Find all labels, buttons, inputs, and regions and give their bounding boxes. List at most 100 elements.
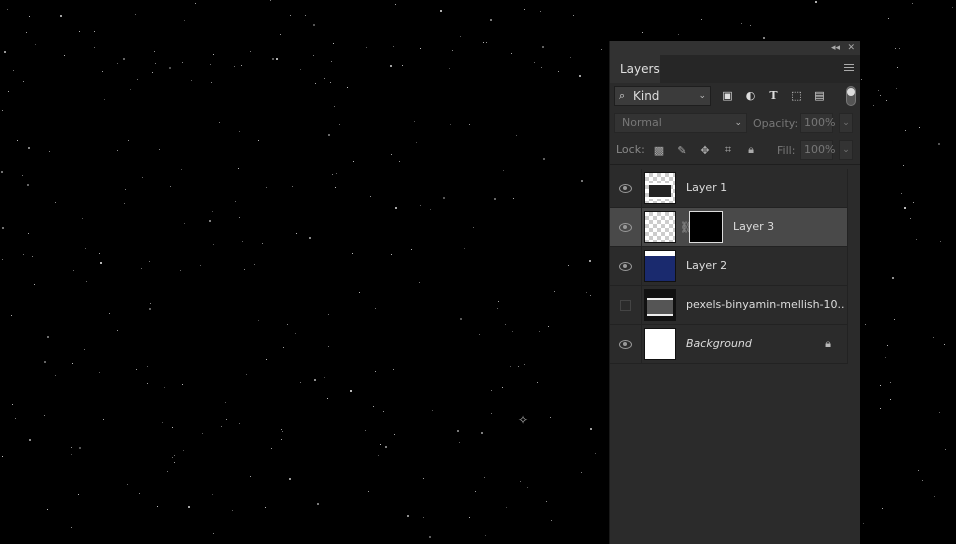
shape-filter-icon[interactable]: ⬚ — [789, 88, 804, 103]
canvas-speck — [234, 66, 235, 67]
canvas-speck — [333, 43, 334, 44]
canvas-speck — [49, 151, 50, 152]
search-icon: ⌕ — [619, 89, 626, 102]
adjustment-filter-icon[interactable]: ◐ — [743, 88, 758, 103]
canvas-speck — [332, 174, 333, 175]
layer-thumbnail — [644, 211, 676, 243]
canvas-speck — [79, 447, 81, 449]
blend-mode-select[interactable]: Normal ⌄ — [614, 113, 747, 133]
visibility-toggle[interactable] — [610, 169, 642, 207]
layer-name: Layer 1 — [686, 181, 728, 194]
canvas-speck — [180, 270, 181, 271]
lock-all-icon[interactable]: 🔒︎ — [744, 143, 758, 157]
canvas-speck — [548, 326, 549, 327]
canvas-speck — [383, 411, 384, 412]
canvas-speck — [94, 47, 95, 48]
canvas-speck — [258, 320, 259, 321]
canvas-speck — [55, 202, 56, 203]
canvas-speck — [336, 173, 337, 174]
canvas-speck — [315, 83, 316, 84]
layer-row[interactable]: Layer 1 — [610, 169, 847, 208]
layer-thumbnail — [644, 250, 676, 282]
canvas-speck — [581, 472, 582, 473]
visibility-toggle[interactable] — [610, 286, 642, 324]
canvas-speck — [494, 198, 496, 200]
fill-dropdown-button[interactable]: ⌄ — [839, 140, 853, 160]
canvas-speck — [287, 324, 288, 325]
collapse-icon[interactable]: ◂◂ — [831, 41, 840, 55]
canvas-speck — [815, 1, 817, 3]
close-icon[interactable]: ✕ — [847, 41, 855, 55]
canvas-speck — [534, 62, 535, 63]
canvas-speck — [2, 227, 4, 229]
canvas-speck — [221, 426, 222, 427]
canvas-speck — [149, 261, 150, 262]
lock-image-pixels-icon[interactable]: ✎ — [675, 143, 689, 157]
canvas-speck — [497, 308, 498, 309]
panel-menu-icon[interactable] — [844, 64, 854, 73]
smart-object-filter-icon[interactable]: ▤ — [812, 88, 827, 103]
layers-scrollbar[interactable] — [847, 169, 860, 364]
canvas-speck — [147, 366, 148, 367]
panel-titlebar[interactable]: ◂◂ ✕ — [610, 41, 860, 55]
canvas-speck — [469, 124, 470, 125]
canvas-speck — [524, 9, 525, 10]
canvas-speck — [391, 154, 392, 155]
canvas-speck — [880, 408, 881, 409]
canvas-speck — [78, 494, 79, 495]
lock-artboard-icon[interactable]: ⌗ — [721, 143, 735, 157]
canvas-speck — [865, 324, 866, 325]
tab-layers[interactable]: Layers — [610, 55, 660, 83]
visibility-toggle[interactable] — [610, 247, 642, 285]
canvas-speck — [109, 313, 110, 314]
layer-row[interactable]: Background 🔒︎ — [610, 325, 847, 364]
canvas-speck — [210, 64, 211, 65]
canvas-speck — [391, 254, 392, 255]
canvas-speck — [475, 491, 476, 492]
canvas-speck — [411, 249, 412, 250]
canvas-speck — [182, 62, 183, 63]
canvas-speck — [150, 303, 151, 304]
canvas-speck — [254, 264, 255, 265]
canvas-speck — [29, 439, 31, 441]
canvas-speck — [473, 227, 474, 228]
canvas-speck — [334, 106, 335, 107]
canvas-speck — [491, 413, 492, 414]
canvas-speck — [701, 19, 702, 20]
filter-toggle[interactable] — [846, 86, 856, 106]
canvas-speck — [481, 432, 483, 434]
visibility-toggle[interactable] — [610, 208, 642, 246]
layer-row[interactable]: pexels-binyamin-mellish-10... — [610, 286, 847, 325]
canvas-speck — [128, 140, 129, 141]
canvas-speck — [375, 308, 376, 309]
canvas-speck — [29, 16, 30, 17]
opacity-dropdown-button[interactable]: ⌄ — [839, 113, 853, 133]
layer-name: Layer 3 — [733, 220, 775, 233]
image-filter-icon[interactable]: ▣ — [720, 88, 735, 103]
layer-row[interactable]: ⛓ Layer 3 — [610, 208, 847, 247]
fill-input[interactable]: 100% — [800, 140, 835, 160]
canvas-speck — [763, 37, 765, 39]
canvas-speck — [373, 406, 374, 407]
canvas-speck — [71, 527, 72, 528]
canvas-speck — [281, 439, 282, 440]
canvas-speck — [290, 15, 291, 16]
type-filter-icon[interactable]: T — [766, 88, 781, 103]
layer-mask-thumbnail[interactable] — [689, 211, 723, 243]
canvas-speck — [449, 68, 450, 69]
canvas-speck — [886, 100, 887, 101]
eye-icon — [619, 183, 632, 193]
opacity-input[interactable]: 100% — [800, 113, 835, 133]
canvas-speck — [479, 334, 480, 335]
lock-position-icon[interactable]: ✥ — [698, 143, 712, 157]
visibility-toggle[interactable] — [610, 325, 642, 363]
canvas-speck — [368, 491, 369, 492]
chevron-down-icon: ⌄ — [698, 91, 706, 101]
layer-row[interactable]: Layer 2 — [610, 247, 847, 286]
filter-kind-select[interactable]: ⌕ Kind ⌄ — [614, 86, 711, 106]
canvas-speck — [913, 202, 914, 203]
lock-icon[interactable]: 🔒︎ — [825, 337, 831, 351]
canvas-speck — [262, 243, 263, 244]
canvas-speck — [266, 187, 267, 188]
lock-transparent-pixels-icon[interactable]: ▩ — [652, 143, 666, 157]
